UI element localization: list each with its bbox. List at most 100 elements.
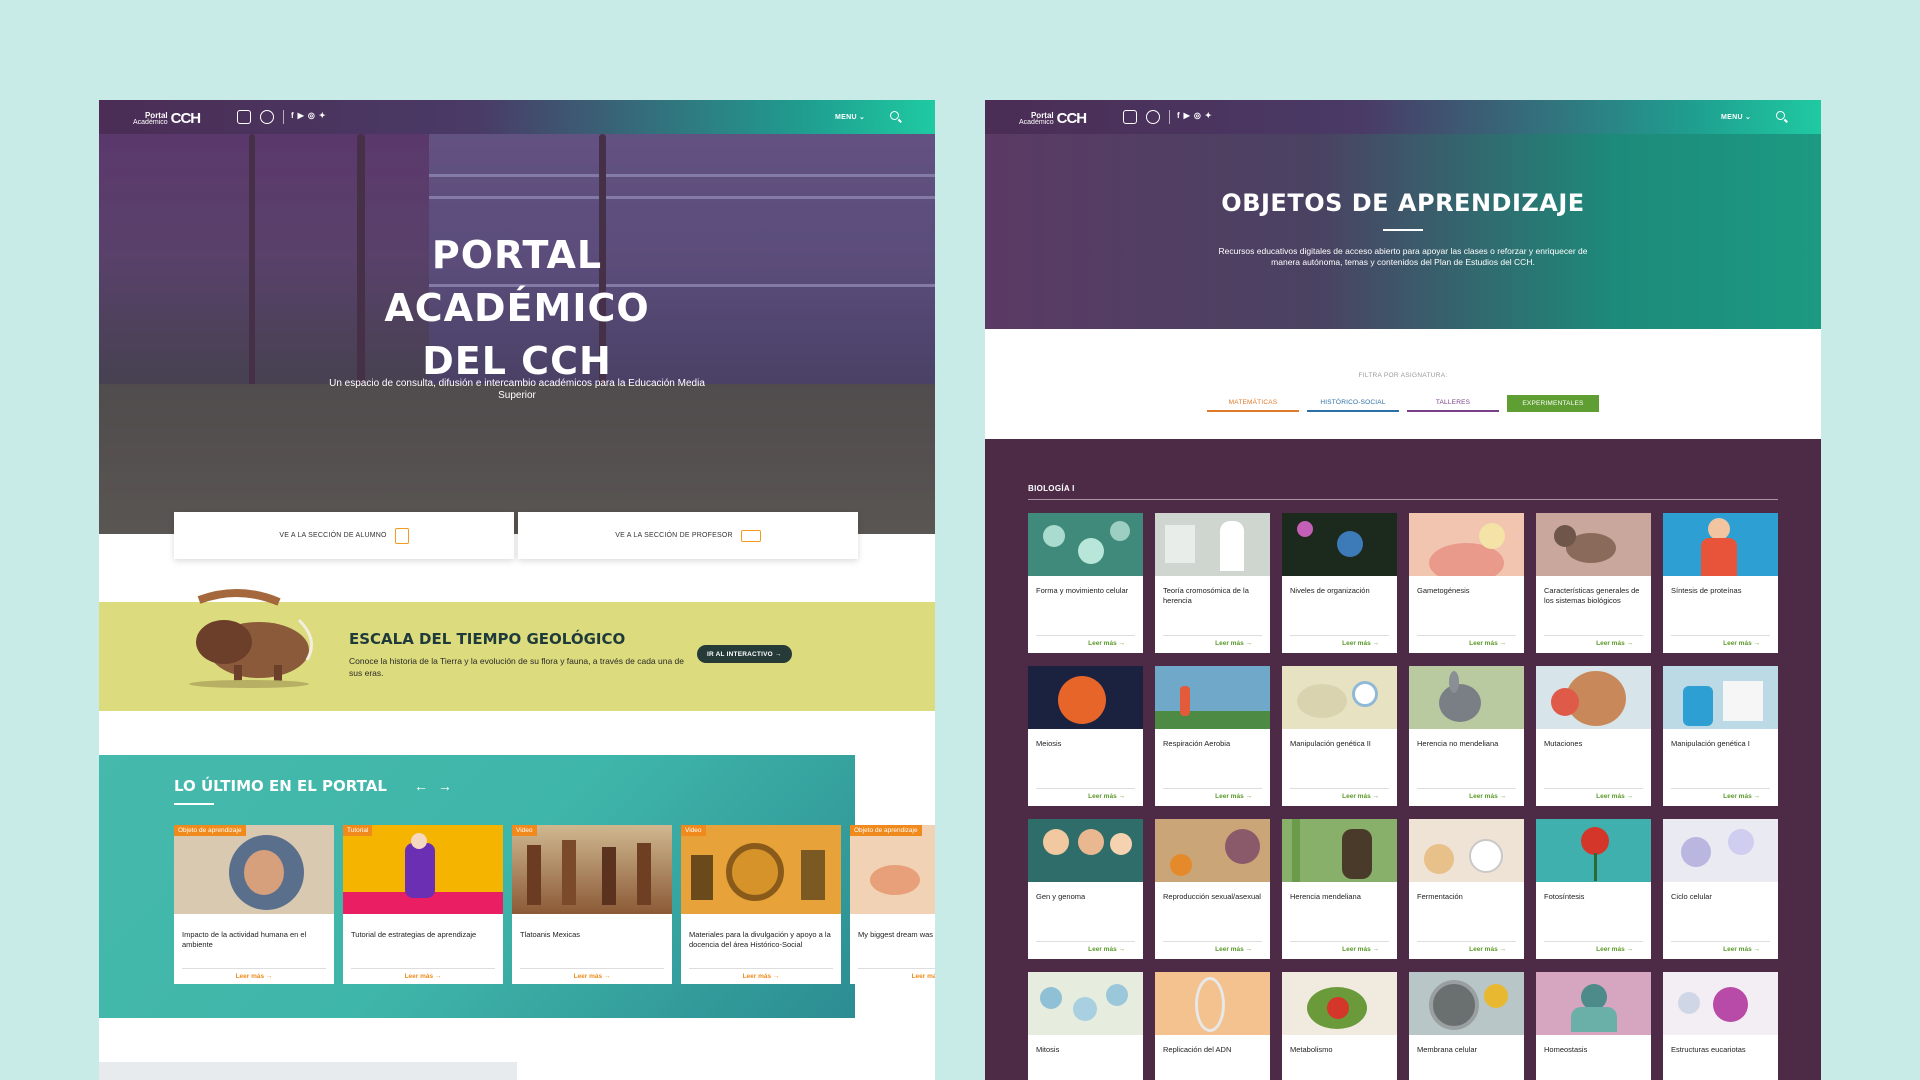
read-more-link[interactable]: Leer más → xyxy=(689,968,833,980)
learning-objects-grid: Forma y movimiento celular Leer más → Teor… xyxy=(1028,513,1778,1080)
learning-object-image xyxy=(1409,666,1524,729)
read-more-link[interactable]: Leer más → xyxy=(1671,941,1770,953)
learning-object-card[interactable]: Características generales de los sistema… xyxy=(1536,513,1651,653)
read-more-link[interactable]: Leer más → xyxy=(182,968,326,980)
carousel-arrows[interactable]: ← → xyxy=(414,778,455,794)
learning-object-card[interactable]: Fermentación Leer más → xyxy=(1409,819,1524,959)
teacher-section-button[interactable]: VE A LA SECCIÓN DE PROFESOR xyxy=(518,512,858,559)
learning-object-title: Manipulación genética II xyxy=(1290,739,1371,748)
cch-emblem-icon xyxy=(1146,110,1160,124)
learning-object-card[interactable]: Mutaciones Leer más → xyxy=(1536,666,1651,806)
search-icon[interactable] xyxy=(1776,111,1785,120)
read-more-link[interactable]: Leer más → xyxy=(1671,635,1770,647)
read-more-link[interactable]: Leer más → xyxy=(1036,941,1135,953)
learning-object-title: Gametogénesis xyxy=(1417,586,1470,595)
learning-object-card[interactable]: Replicación del ADNLeer más → xyxy=(1155,972,1270,1080)
twitter-icon[interactable]: ✦ xyxy=(319,111,326,120)
title-underline xyxy=(1383,229,1423,231)
learning-object-card[interactable]: Respiración Aerobia Leer más → xyxy=(1155,666,1270,806)
latest-card[interactable]: Video Tlatoanis Mexicas Leer más → xyxy=(512,825,672,984)
latest-cards: Objeto de aprendizaje Impacto de la acti… xyxy=(174,825,935,984)
filter-matematicas[interactable]: MATEMÁTICAS xyxy=(1207,395,1299,412)
learning-object-card[interactable]: MitosisLeer más → xyxy=(1028,972,1143,1080)
facebook-icon[interactable]: f xyxy=(291,111,294,120)
read-more-link[interactable]: Leer más → xyxy=(520,968,664,980)
filter-talleres[interactable]: TALLERES xyxy=(1407,395,1499,412)
card-image xyxy=(850,825,935,914)
read-more-link[interactable]: Leer más → xyxy=(858,968,935,980)
learning-object-card[interactable]: MetabolismoLeer más → xyxy=(1282,972,1397,1080)
read-more-link[interactable]: Leer más → xyxy=(1544,941,1643,953)
learning-object-title: Homeostasis xyxy=(1544,1045,1588,1054)
card-title: Materiales para la divulgación y apoyo a… xyxy=(689,930,831,949)
search-icon[interactable] xyxy=(890,111,899,120)
latest-card[interactable]: Tutorial Tutorial de estrategias de apre… xyxy=(343,825,503,984)
learning-object-card[interactable]: Forma y movimiento celular Leer más → xyxy=(1028,513,1143,653)
facebook-icon[interactable]: f xyxy=(1177,111,1180,120)
learning-object-card[interactable]: Gametogénesis Leer más → xyxy=(1409,513,1524,653)
card-tag: Objeto de aprendizaje xyxy=(850,825,922,836)
learning-object-card[interactable]: Niveles de organización Leer más → xyxy=(1282,513,1397,653)
latest-title: LO ÚLTIMO EN EL PORTAL xyxy=(174,777,387,795)
read-more-link[interactable]: Leer más → xyxy=(1290,788,1389,800)
read-more-link[interactable]: Leer más → xyxy=(1163,941,1262,953)
read-more-link[interactable]: Leer más → xyxy=(1671,788,1770,800)
home-page-window: Portal Académico CCH f ▶ ◎ ✦ MENU ⌄ PORTA… xyxy=(99,100,935,1080)
menu-button[interactable]: MENU ⌄ xyxy=(1721,113,1751,121)
learning-object-card[interactable]: Meiosis Leer más → xyxy=(1028,666,1143,806)
read-more-link[interactable]: Leer más → xyxy=(351,968,495,980)
learning-object-card[interactable]: Manipulación genética I Leer más → xyxy=(1663,666,1778,806)
latest-card[interactable]: Objeto de aprendizaje Impacto de la acti… xyxy=(174,825,334,984)
read-more-link[interactable]: Leer más → xyxy=(1417,941,1516,953)
card-image xyxy=(174,825,334,914)
teacher-desk-icon xyxy=(740,529,761,542)
learning-object-card[interactable]: Gen y genoma Leer más → xyxy=(1028,819,1143,959)
read-more-link[interactable]: Leer más → xyxy=(1036,635,1135,647)
learning-object-card[interactable]: Teoría cromosómica de la herencia Leer má… xyxy=(1155,513,1270,653)
learning-object-image xyxy=(1409,972,1524,1035)
instagram-icon[interactable]: ◎ xyxy=(308,111,315,120)
filter-experimentales[interactable]: EXPERIMENTALES xyxy=(1507,395,1599,412)
student-desk-icon xyxy=(394,527,409,544)
learning-object-title: Forma y movimiento celular xyxy=(1036,586,1129,595)
learning-object-card[interactable]: Herencia mendeliana Leer más → xyxy=(1282,819,1397,959)
latest-card[interactable]: Objeto de aprendizaje My biggest dream w… xyxy=(850,825,935,984)
nav-divider xyxy=(283,110,284,124)
read-more-link[interactable]: Leer más → xyxy=(1290,941,1389,953)
learning-object-card[interactable]: Membrana celularLeer más → xyxy=(1409,972,1524,1080)
read-more-link[interactable]: Leer más → xyxy=(1163,635,1262,647)
read-more-link[interactable]: Leer más → xyxy=(1417,788,1516,800)
read-more-link[interactable]: Leer más → xyxy=(1417,635,1516,647)
youtube-icon[interactable]: ▶ xyxy=(1184,111,1190,120)
learning-object-card[interactable]: Manipulación genética II Leer más → xyxy=(1282,666,1397,806)
section-buttons: VE A LA SECCIÓN DE ALUMNO VE A LA SECCIÓ… xyxy=(174,512,858,559)
twitter-icon[interactable]: ✦ xyxy=(1205,111,1212,120)
read-more-link[interactable]: Leer más → xyxy=(1036,788,1135,800)
read-more-link[interactable]: Leer más → xyxy=(1290,635,1389,647)
portal-logo[interactable]: Portal Académico CCH xyxy=(1019,108,1087,126)
portal-logo[interactable]: Portal Académico CCH xyxy=(133,108,201,126)
read-more-link[interactable]: Leer más → xyxy=(1544,635,1643,647)
read-more-link[interactable]: Leer más → xyxy=(1163,788,1262,800)
youtube-icon[interactable]: ▶ xyxy=(298,111,304,120)
card-title: My biggest dream was xyxy=(858,930,934,939)
read-more-link[interactable]: Leer más → xyxy=(1544,788,1643,800)
interactive-button[interactable]: IR AL INTERACTIVO → xyxy=(697,645,792,663)
learning-object-card[interactable]: Herencia no mendeliana Leer más → xyxy=(1409,666,1524,806)
teacher-button-label: VE A LA SECCIÓN DE PROFESOR xyxy=(615,532,733,539)
learning-object-card[interactable]: Síntesis de proteínas Leer más → xyxy=(1663,513,1778,653)
learning-object-card[interactable]: Reproducción sexual/asexual Leer más → xyxy=(1155,819,1270,959)
learning-object-card[interactable]: Estructuras eucariotasLeer más → xyxy=(1663,972,1778,1080)
latest-card[interactable]: Video Materiales para la divulgación y a… xyxy=(681,825,841,984)
learning-object-card[interactable]: HomeostasisLeer más → xyxy=(1536,972,1651,1080)
menu-button[interactable]: MENU ⌄ xyxy=(835,113,865,121)
learning-object-image xyxy=(1663,819,1778,882)
learning-object-title: Herencia mendeliana xyxy=(1290,892,1361,901)
instagram-icon[interactable]: ◎ xyxy=(1194,111,1201,120)
learning-object-card[interactable]: Ciclo celular Leer más → xyxy=(1663,819,1778,959)
learning-object-card[interactable]: Fotosíntesis Leer más → xyxy=(1536,819,1651,959)
learning-object-image xyxy=(1282,972,1397,1035)
student-section-button[interactable]: VE A LA SECCIÓN DE ALUMNO xyxy=(174,512,514,559)
learning-object-image xyxy=(1663,666,1778,729)
filter-historico-social[interactable]: HISTÓRICO-SOCIAL xyxy=(1307,395,1399,412)
